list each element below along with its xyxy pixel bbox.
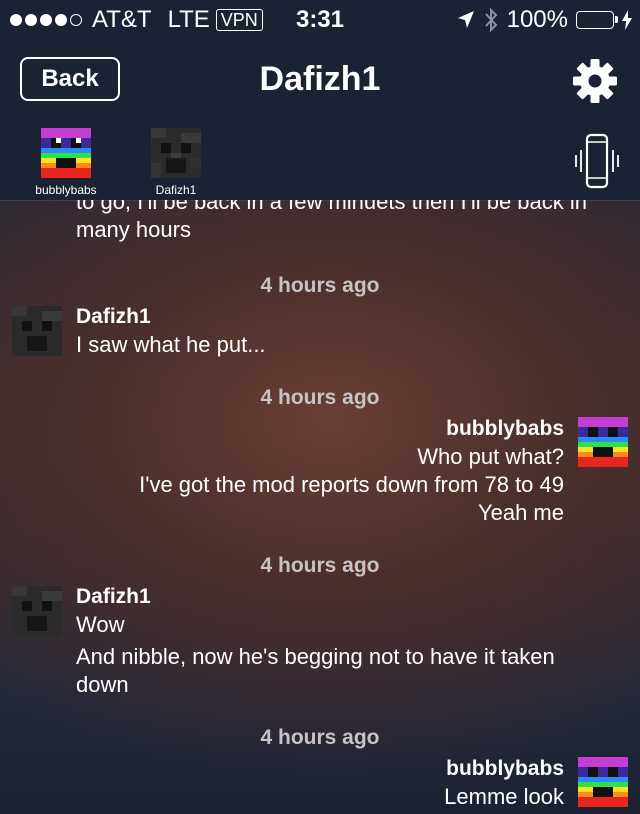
timestamp: 4 hours ago	[260, 274, 380, 297]
member-dafizh1[interactable]: Dafizh1	[132, 128, 220, 197]
timestamp: 4 hours ago	[260, 386, 380, 409]
status-bar: AT&T LTE VPN 3:31 100%	[0, 0, 640, 40]
rainbow-pixel-avatar	[41, 128, 91, 178]
message-line: Who put what?	[417, 444, 564, 469]
vibrate-phone-icon[interactable]	[572, 132, 622, 190]
message-line: Yeah me	[477, 500, 564, 525]
message-block: Dafizh1 Wow And nibble, now he's begging…	[76, 583, 596, 699]
sender-name: bubblybabs	[446, 417, 564, 440]
rainbow-pixel-avatar[interactable]	[578, 417, 628, 467]
message-block: Dafizh1 I saw what he put...	[76, 303, 616, 359]
sender-name: Dafizh1	[76, 585, 151, 608]
member-name: bubblybabs	[35, 183, 97, 197]
message-block: bubblybabs Lemme look	[24, 755, 564, 811]
battery-percent: 100%	[506, 6, 568, 33]
dark-pixel-avatar[interactable]	[12, 306, 62, 356]
chat-log[interactable]: to go, I'll be back in a few minuets the…	[0, 200, 640, 814]
sender-name: Dafizh1	[76, 305, 151, 328]
dark-pixel-avatar[interactable]	[12, 586, 62, 636]
message-line: Lemme look	[444, 784, 564, 809]
message-line: I saw what he put...	[76, 332, 266, 357]
message-block: bubblybabs Who put what? I've got the mo…	[24, 415, 564, 527]
member-list: bubblybabs Dafizh1	[22, 128, 220, 197]
message-line: Wow	[76, 612, 125, 637]
partial-message: to go, I'll be back in a few minuets the…	[76, 200, 588, 242]
member-name: Dafizh1	[155, 183, 197, 197]
message-line: And nibble, now he's begging not to have…	[76, 644, 555, 697]
message-line: I've got the mod reports down from 78 to…	[139, 472, 564, 497]
battery-icon	[576, 11, 618, 29]
page-title: Dafizh1	[259, 60, 381, 98]
timestamp: 4 hours ago	[260, 554, 380, 577]
navigation-bar: Back Dafizh1 bubblybabs Dafizh1	[0, 40, 640, 201]
timestamp: 4 hours ago	[260, 726, 380, 749]
sender-name: bubblybabs	[446, 757, 564, 780]
location-arrow-icon	[457, 11, 474, 28]
dark-pixel-avatar	[151, 128, 201, 178]
charging-bolt-icon	[622, 10, 632, 30]
gear-icon[interactable]	[572, 58, 618, 104]
member-bubblybabs[interactable]: bubblybabs	[22, 128, 110, 197]
bluetooth-icon	[484, 7, 497, 33]
rainbow-pixel-avatar[interactable]	[578, 757, 628, 807]
status-right: 100%	[457, 6, 632, 34]
